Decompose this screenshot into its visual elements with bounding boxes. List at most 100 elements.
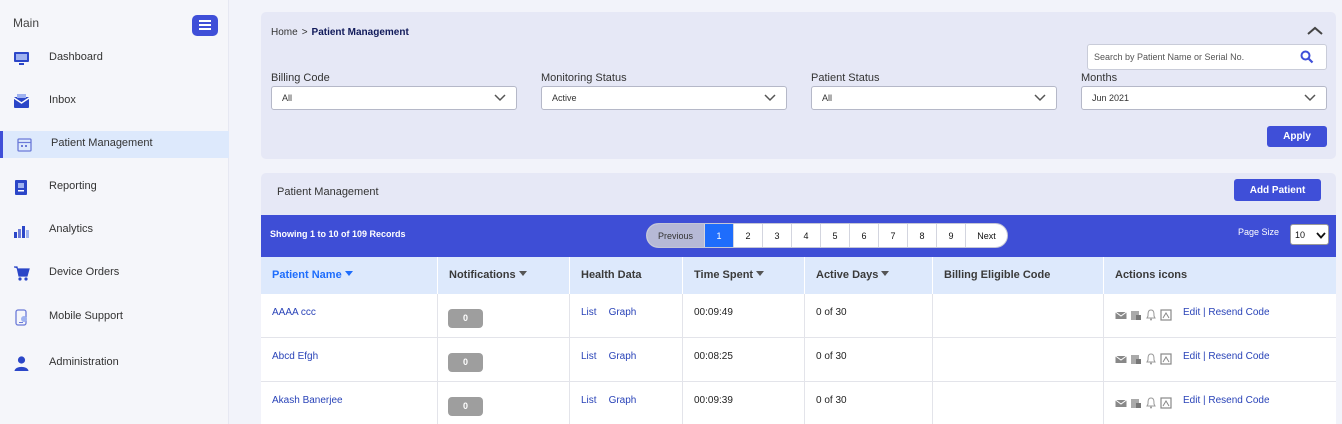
- apply-button[interactable]: Apply: [1267, 126, 1327, 147]
- cell-health-data: List Graph: [570, 338, 683, 382]
- sidebar-heading: Main: [13, 16, 40, 30]
- report-icon[interactable]: [1160, 397, 1172, 409]
- mail-icon[interactable]: [1115, 397, 1127, 409]
- page-size-value: 10: [1295, 230, 1306, 240]
- cell-active-days: 0 of 30: [805, 382, 933, 424]
- column-label: Actions icons: [1115, 269, 1188, 281]
- records-count: Showing 1 to 10 of 109 Records: [270, 229, 406, 239]
- page-button[interactable]: 8: [908, 224, 937, 247]
- billing-code-label: Billing Code: [271, 72, 330, 84]
- sidebar-item-patient-management[interactable]: Patient Management: [0, 131, 229, 158]
- sidebar-item-label: Analytics: [49, 223, 94, 235]
- mail-icon[interactable]: [1115, 353, 1127, 365]
- cell-patient-name: Akash Banerjee: [261, 382, 438, 424]
- page-size-select[interactable]: 10: [1290, 224, 1329, 245]
- sidebar-item-administration[interactable]: Administration: [0, 350, 229, 377]
- cell-billing-code: [933, 338, 1104, 382]
- list-link[interactable]: List: [581, 395, 597, 406]
- column-time-spent[interactable]: Time Spent: [683, 257, 805, 294]
- page-button[interactable]: 4: [792, 224, 821, 247]
- bell-icon[interactable]: [1145, 353, 1157, 365]
- mail-icon[interactable]: [1115, 309, 1127, 321]
- sidebar-item-device-orders[interactable]: Device Orders: [0, 260, 229, 287]
- device-icon[interactable]: [1130, 309, 1142, 321]
- chevron-down-icon: [1316, 232, 1326, 239]
- sidebar-item-label: Inbox: [49, 94, 76, 106]
- sidebar-item-label: Mobile Support: [49, 310, 123, 322]
- cart-icon: [14, 266, 30, 281]
- months-label: Months: [1081, 72, 1118, 84]
- device-icon[interactable]: [1130, 353, 1142, 365]
- breadcrumb-home[interactable]: Home: [271, 27, 298, 38]
- column-patient-name[interactable]: Patient Name: [261, 257, 438, 294]
- patient-name-link[interactable]: Abcd Efgh: [272, 351, 318, 362]
- page-button[interactable]: 1: [705, 224, 734, 247]
- billing-code-value: All: [282, 93, 293, 103]
- mobile-icon: [15, 309, 27, 326]
- next-page-button[interactable]: Next: [966, 224, 1007, 247]
- pagination-bar: Showing 1 to 10 of 109 Records Previous …: [261, 215, 1336, 257]
- table-row: Akash Banerjee 0 List Graph 00:09:39 0 of…: [261, 382, 1336, 424]
- edit-resend-code-link[interactable]: Edit | Resend Code: [1183, 307, 1270, 318]
- column-notifications[interactable]: Notifications: [438, 257, 570, 294]
- column-label: Billing Eligible Code: [944, 269, 1051, 281]
- report-icon[interactable]: [1160, 353, 1172, 365]
- sidebar-item-inbox[interactable]: Inbox: [0, 88, 229, 115]
- column-label: Health Data: [581, 269, 642, 281]
- patient-name-link[interactable]: Akash Banerjee: [272, 395, 343, 406]
- notification-count-badge[interactable]: 0: [448, 353, 483, 372]
- sidebar-item-reporting[interactable]: Reporting: [0, 174, 229, 201]
- sidebar-item-label: Administration: [49, 356, 119, 368]
- cell-notifications: 0: [438, 294, 570, 338]
- list-link[interactable]: List: [581, 351, 597, 362]
- search-input[interactable]: [1094, 45, 1294, 69]
- notification-count-badge[interactable]: 0: [448, 309, 483, 328]
- cell-time-spent: 00:09:49: [683, 294, 805, 338]
- graph-link[interactable]: Graph: [609, 351, 637, 362]
- months-select[interactable]: Jun 2021: [1081, 86, 1327, 110]
- edit-resend-code-link[interactable]: Edit | Resend Code: [1183, 351, 1270, 362]
- search-icon[interactable]: [1300, 50, 1314, 64]
- cell-billing-code: [933, 294, 1104, 338]
- calendar-icon: [17, 138, 32, 152]
- patient-status-value: All: [822, 93, 833, 103]
- sidebar-item-label: Reporting: [49, 180, 97, 192]
- page-button[interactable]: 6: [850, 224, 879, 247]
- chevron-up-icon[interactable]: [1304, 24, 1326, 38]
- cell-billing-code: [933, 382, 1104, 424]
- bell-icon[interactable]: [1145, 397, 1157, 409]
- column-active-days[interactable]: Active Days: [805, 257, 933, 294]
- bell-icon[interactable]: [1145, 309, 1157, 321]
- page-button[interactable]: 9: [937, 224, 966, 247]
- sidebar-item-mobile-support[interactable]: Mobile Support: [0, 304, 229, 331]
- previous-page-button[interactable]: Previous: [647, 224, 705, 247]
- monitoring-status-select[interactable]: Active: [541, 86, 787, 110]
- graph-link[interactable]: Graph: [609, 307, 637, 318]
- add-patient-button[interactable]: Add Patient: [1234, 179, 1321, 201]
- notification-count-badge[interactable]: 0: [448, 397, 483, 416]
- page-button[interactable]: 7: [879, 224, 908, 247]
- report-icon[interactable]: [1160, 309, 1172, 321]
- device-icon[interactable]: [1130, 397, 1142, 409]
- sidebar: Main Dashboard Inbox Patient Management …: [0, 0, 229, 424]
- edit-resend-code-link[interactable]: Edit | Resend Code: [1183, 395, 1270, 406]
- column-health-data: Health Data: [570, 257, 683, 294]
- sort-caret-icon: [518, 271, 527, 276]
- patient-status-select[interactable]: All: [811, 86, 1057, 110]
- page-button[interactable]: 2: [734, 224, 763, 247]
- graph-link[interactable]: Graph: [609, 395, 637, 406]
- billing-code-select[interactable]: All: [271, 86, 517, 110]
- time-spent-value: 00:09:49: [694, 307, 733, 318]
- sidebar-item-analytics[interactable]: Analytics: [0, 217, 229, 244]
- page-button[interactable]: 5: [821, 224, 850, 247]
- cell-patient-name: Abcd Efgh: [261, 338, 438, 382]
- page-button[interactable]: 3: [763, 224, 792, 247]
- sidebar-item-dashboard[interactable]: Dashboard: [0, 45, 229, 72]
- pagination: Previous 1 2 3 4 5 6 7 8 9 Next: [646, 223, 1008, 248]
- list-link[interactable]: List: [581, 307, 597, 318]
- menu-toggle-button[interactable]: [192, 15, 218, 36]
- patient-name-link[interactable]: AAAA ccc: [272, 307, 316, 318]
- patient-status-label: Patient Status: [811, 72, 880, 84]
- cell-patient-name: AAAA ccc: [261, 294, 438, 338]
- sidebar-item-label: Device Orders: [49, 266, 120, 278]
